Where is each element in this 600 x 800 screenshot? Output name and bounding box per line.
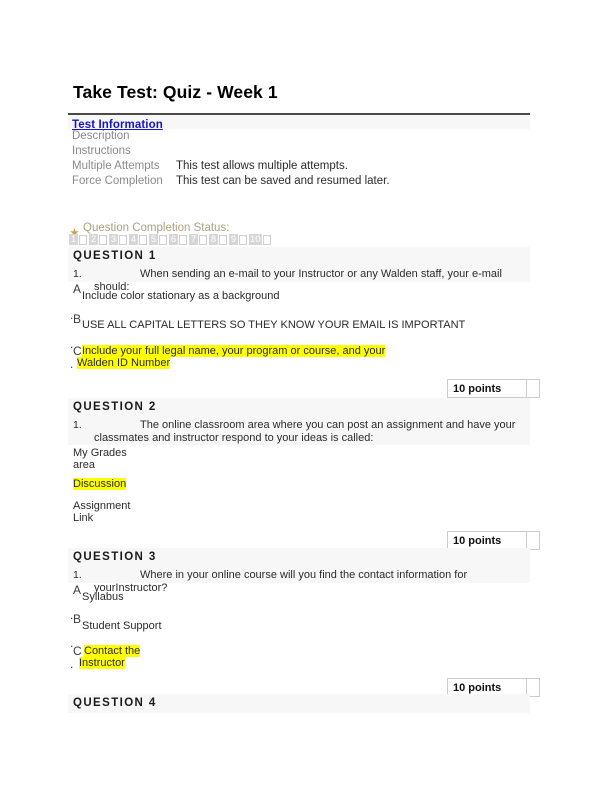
document-icon <box>179 234 187 245</box>
info-row-instructions: Instructions <box>68 144 530 159</box>
option-letter-a: A <box>73 282 82 296</box>
chip-number: 7 <box>189 234 198 245</box>
question-chip-4[interactable]: 4 <box>129 234 147 245</box>
question-chip-9[interactable]: 9 <box>229 234 247 245</box>
question-chip-10[interactable]: 10 <box>249 234 271 245</box>
option-letter-b: B <box>73 612 82 626</box>
page-title: Take Test: Quiz - Week 1 <box>73 82 278 102</box>
question-3-text-row: 1. Where in your online course will you … <box>68 567 530 594</box>
document-icon <box>79 234 87 245</box>
chip-number: 10 <box>249 234 262 245</box>
document-icon <box>219 234 227 245</box>
chip-number: 9 <box>229 234 238 245</box>
question-2-option-1-line2[interactable]: area <box>73 459 95 472</box>
question-2-text-row: 1. The online classroom area where you c… <box>68 417 530 445</box>
highlighted-text: Include your full legal name, your progr… <box>82 345 386 357</box>
question-text: The online classroom area where you can … <box>94 419 516 444</box>
question-1-text-row: 1. When sending an e-mail to your Instru… <box>68 266 530 293</box>
chip-number: 1 <box>69 234 78 245</box>
question-1-option-b[interactable]: USE ALL CAPITAL LETTERS SO THEY KNOW YOU… <box>82 319 465 332</box>
info-row-multiple-attempts: Multiple Attempts This test allows multi… <box>68 159 530 174</box>
question-2-option-3-line2[interactable]: Link <box>73 512 93 525</box>
option-letter-c: C <box>73 644 82 658</box>
info-row-force-completion: Force Completion This test can be saved … <box>68 174 530 189</box>
question-chip-8[interactable]: 8 <box>209 234 227 245</box>
test-information-header: Test Information <box>68 115 530 131</box>
document-icon <box>239 234 247 245</box>
question-chip-7[interactable]: 7 <box>189 234 207 245</box>
info-label: Force Completion <box>72 175 163 187</box>
chip-number: 4 <box>129 234 138 245</box>
chip-number: 3 <box>109 234 118 245</box>
info-label: Multiple Attempts <box>72 160 160 172</box>
question-3-option-b[interactable]: Student Support <box>82 620 162 633</box>
option-letter-c: C <box>73 344 82 358</box>
question-chip-3[interactable]: 3 <box>109 234 127 245</box>
info-value: This test can be saved and resumed later… <box>176 175 390 187</box>
question-3-option-c-line2[interactable]: Instructor <box>79 657 125 670</box>
highlighted-text: Discussion <box>73 478 127 490</box>
question-chip-6[interactable]: 6 <box>169 234 187 245</box>
star-icon <box>70 224 79 236</box>
question-2-header: QUESTION 2 <box>68 398 530 417</box>
question-number: 1. <box>73 569 82 581</box>
info-label: Instructions <box>72 145 131 157</box>
chip-number: 8 <box>209 234 218 245</box>
question-status-chips: 1 2 3 4 5 6 7 8 9 10 <box>69 234 273 245</box>
question-3-option-a[interactable]: Syllabus <box>82 591 124 604</box>
test-information-panel: Test Information Description Instruction… <box>68 113 530 189</box>
info-value: This test allows multiple attempts. <box>176 160 348 172</box>
question-1-points-tail <box>527 379 540 398</box>
document-icon <box>159 234 167 245</box>
document-icon <box>199 234 207 245</box>
document-icon <box>99 234 107 245</box>
chip-number: 2 <box>89 234 98 245</box>
question-number: 1. <box>73 419 82 431</box>
question-1-points: 10 points <box>447 379 527 398</box>
chip-number: 5 <box>149 234 158 245</box>
chip-number: 6 <box>169 234 178 245</box>
test-page: Take Test: Quiz - Week 1 Test Informatio… <box>0 0 600 800</box>
question-number: 1. <box>73 268 82 280</box>
highlighted-text: Contact the <box>84 645 141 657</box>
highlighted-text: Walden ID Number <box>77 357 171 369</box>
info-row-description: Description <box>68 129 530 144</box>
option-dot-c: . <box>70 357 74 371</box>
question-2-option-2[interactable]: Discussion <box>73 478 127 491</box>
option-letter-b: B <box>73 312 82 326</box>
document-icon <box>262 234 271 245</box>
option-letter-a: A <box>73 583 82 597</box>
option-dot-c: . <box>70 657 74 671</box>
question-1-header: QUESTION 1 <box>68 247 530 266</box>
highlighted-text: Instructor <box>79 657 125 669</box>
info-label: Description <box>72 130 130 142</box>
question-3-header: QUESTION 3 <box>68 548 530 567</box>
question-text: Where in your online course will you fin… <box>94 569 468 594</box>
document-icon <box>119 234 127 245</box>
question-chip-2[interactable]: 2 <box>89 234 107 245</box>
question-completion-status: Question Completion Status: <box>70 222 230 236</box>
status-label: Question Completion Status: <box>83 222 230 234</box>
question-1-option-c-line2[interactable]: Walden ID Number <box>77 357 171 370</box>
question-chip-1[interactable]: 1 <box>69 234 87 245</box>
option-dot-b: . <box>70 308 74 322</box>
question-1-option-a[interactable]: Include color stationary as a background <box>82 290 280 303</box>
question-4-header: QUESTION 4 <box>68 694 530 713</box>
question-chip-5[interactable]: 5 <box>149 234 167 245</box>
document-icon <box>139 234 147 245</box>
